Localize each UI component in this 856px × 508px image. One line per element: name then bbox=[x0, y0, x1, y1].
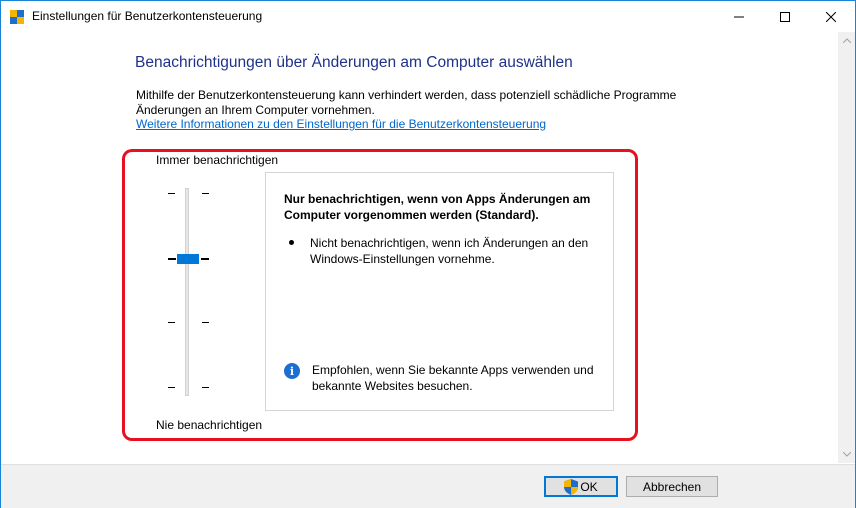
slider-tick-left bbox=[168, 387, 175, 388]
chevron-up-icon bbox=[842, 38, 851, 43]
recommendation-text: Empfohlen, wenn Sie bekannte Apps verwen… bbox=[312, 363, 594, 393]
title-bar: Einstellungen für Benutzerkontensteuerun… bbox=[1, 1, 855, 32]
slider-tick-right bbox=[202, 387, 209, 388]
info-icon: i bbox=[284, 363, 300, 379]
cancel-button-label: Abbrechen bbox=[642, 479, 702, 494]
slider-tick-left bbox=[168, 193, 175, 194]
button-bar: OK Abbrechen bbox=[1, 464, 855, 508]
close-icon bbox=[826, 11, 836, 22]
slider-tick-right bbox=[202, 193, 209, 194]
more-info-link[interactable]: Weitere Informationen zu den Einstellung… bbox=[136, 117, 546, 131]
ok-button[interactable]: OK bbox=[544, 476, 618, 497]
level-bullet-text: Nicht benachrichtigen, wenn ich Änderung… bbox=[310, 236, 589, 266]
uac-shield-icon bbox=[564, 478, 579, 495]
vertical-scrollbar[interactable] bbox=[838, 32, 855, 463]
scroll-down-button[interactable] bbox=[838, 446, 855, 463]
description-text: Mithilfe der Benutzerkontensteuerung kan… bbox=[136, 88, 677, 117]
slider-tick-right bbox=[201, 258, 209, 260]
slider-tick-left bbox=[168, 258, 176, 260]
scroll-up-button[interactable] bbox=[838, 32, 855, 49]
cancel-button[interactable]: Abbrechen bbox=[626, 476, 718, 497]
maximize-button[interactable] bbox=[762, 1, 808, 32]
slider-thumb[interactable] bbox=[177, 254, 199, 264]
ok-button-label: OK bbox=[580, 479, 598, 494]
minimize-icon bbox=[734, 16, 744, 17]
level-title: Nur benachrichtigen, wenn von Apps Änder… bbox=[284, 192, 591, 222]
uac-settings-window: Einstellungen für Benutzerkontensteuerun… bbox=[0, 0, 856, 508]
slider-top-label: Immer benachrichtigen bbox=[156, 153, 279, 167]
slider-tick-left bbox=[168, 322, 175, 323]
slider-track[interactable] bbox=[185, 188, 189, 396]
slider-tick-right bbox=[202, 322, 209, 323]
page-heading: Benachrichtigungen über Änderungen am Co… bbox=[135, 54, 573, 71]
window-title: Einstellungen für Benutzerkontensteuerun… bbox=[32, 9, 263, 23]
maximize-icon bbox=[780, 11, 790, 22]
close-button[interactable] bbox=[808, 1, 854, 32]
minimize-button[interactable] bbox=[716, 1, 762, 32]
slider-bottom-label: Nie benachrichtigen bbox=[156, 418, 263, 432]
chevron-down-icon bbox=[842, 452, 851, 457]
bullet-icon bbox=[289, 240, 294, 245]
uac-flag-icon bbox=[10, 10, 24, 24]
